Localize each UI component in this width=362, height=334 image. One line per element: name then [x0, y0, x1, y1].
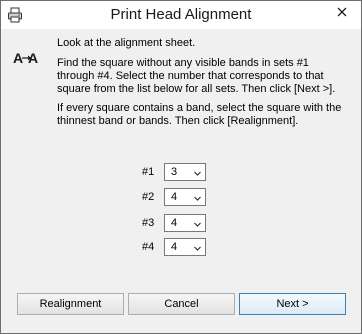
- next-button[interactable]: Next >: [239, 293, 346, 315]
- chevron-down-icon: [193, 218, 202, 227]
- title-bar: Print Head Alignment: [1, 1, 361, 29]
- print-head-alignment-window: Print Head Alignment A A Look at the ali…: [0, 0, 362, 334]
- set-label: #2: [142, 191, 155, 203]
- set-row-1: #1 3: [142, 163, 206, 181]
- set-2-select[interactable]: 4: [164, 188, 206, 206]
- set-label: #3: [142, 217, 155, 229]
- alignment-icon: A A: [13, 49, 41, 67]
- set-row-4: #4 4: [142, 238, 206, 256]
- set-2-value: 4: [171, 191, 178, 203]
- set-3-value: 4: [171, 217, 178, 229]
- set-3-select[interactable]: 4: [164, 214, 206, 232]
- chevron-down-icon: [193, 242, 202, 251]
- window-title: Print Head Alignment: [110, 6, 252, 23]
- close-button[interactable]: [329, 2, 355, 24]
- chevron-down-icon: [193, 192, 202, 201]
- instruction-find-square: Find the square without any visible band…: [57, 57, 336, 95]
- set-1-select[interactable]: 3: [164, 163, 206, 181]
- realignment-button[interactable]: Realignment: [17, 293, 124, 315]
- instruction-thinnest-band: If every square contains a band, select …: [57, 102, 342, 127]
- set-1-value: 3: [171, 166, 178, 178]
- set-4-select[interactable]: 4: [164, 238, 206, 256]
- close-icon: [337, 4, 347, 22]
- dialog-content: A A Look at the alignment sheet. Find th…: [1, 29, 361, 333]
- chevron-down-icon: [193, 167, 202, 176]
- set-label: #1: [142, 166, 155, 178]
- svg-text:A: A: [13, 50, 23, 66]
- set-label: #4: [142, 241, 155, 253]
- set-row-3: #3 4: [142, 214, 206, 232]
- set-row-2: #2 4: [142, 188, 206, 206]
- set-4-value: 4: [171, 241, 178, 253]
- cancel-button[interactable]: Cancel: [128, 293, 235, 315]
- instruction-look: Look at the alignment sheet.: [57, 37, 196, 49]
